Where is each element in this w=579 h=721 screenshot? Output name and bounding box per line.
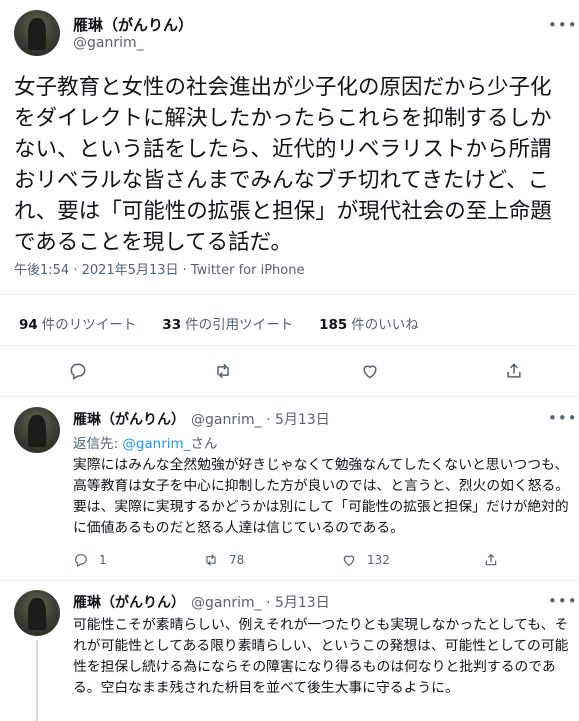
like-stat[interactable]: 185 件のいいね: [319, 313, 419, 333]
author-handle-date[interactable]: @ganrim_ · 5月13日: [191, 595, 330, 611]
reply-count: 1: [99, 553, 107, 567]
mention-link[interactable]: @ganrim_: [122, 436, 190, 452]
share-icon[interactable]: [499, 356, 529, 386]
divider: [0, 294, 579, 295]
reply-text: 可能性こそが素晴らしい、例えそれが一つたりとも実現しなかったとしても、それが可能…: [73, 617, 569, 696]
quote-stat[interactable]: 33 件の引用ツイート: [162, 313, 293, 333]
like-icon: [343, 555, 355, 567]
author-name[interactable]: 雁琳（がんりん）: [73, 14, 193, 35]
tweet-actions: [0, 356, 579, 386]
reply-to: 返信先: @ganrim_さん: [73, 436, 218, 452]
retweet-button[interactable]: 78: [203, 552, 244, 568]
author-name[interactable]: 雁琳（がんりん）: [73, 412, 185, 428]
reply-actions: 1 78 132: [73, 552, 543, 572]
divider: [0, 345, 579, 346]
reply-tweet[interactable]: 雁琳（がんりん） @ganrim_ · 5月13日 ••• 可能性こそが素晴らしい…: [0, 590, 579, 721]
author-handle[interactable]: @ganrim_: [73, 35, 144, 51]
retweet-icon[interactable]: [208, 356, 238, 386]
like-count: 132: [367, 553, 390, 567]
avatar[interactable]: [14, 10, 60, 56]
tweet-stats: 94 件のリツイート 33 件の引用ツイート 185 件のいいね: [19, 313, 419, 333]
reply-tweet[interactable]: 雁琳（がんりん） @ganrim_ · 5月13日 ••• 返信先: @ganri…: [0, 407, 579, 577]
reply-icon: [75, 554, 87, 568]
author-name[interactable]: 雁琳（がんりん）: [73, 595, 185, 611]
reply-button[interactable]: 1: [73, 552, 107, 568]
retweet-count: 78: [229, 553, 245, 567]
like-button[interactable]: 132: [341, 552, 390, 568]
retweet-icon: [206, 554, 216, 566]
tweet-text: 女子教育と女性の社会進出が少子化の原因だから少子化をダイレクトに解決したかったら…: [14, 75, 552, 255]
author-handle-date[interactable]: @ganrim_ · 5月13日: [191, 412, 330, 428]
tweet-timestamp[interactable]: 午後1:54 · 2021年5月13日 · Twitter for iPhone: [14, 259, 304, 278]
divider: [0, 580, 579, 581]
avatar[interactable]: [14, 590, 60, 636]
thread-line: [36, 640, 38, 721]
reply-icon[interactable]: [63, 356, 93, 386]
reply-header: 雁琳（がんりん） @ganrim_ · 5月13日: [73, 409, 330, 429]
divider: [0, 396, 579, 397]
more-options-icon[interactable]: •••: [548, 16, 578, 34]
more-options-icon[interactable]: •••: [548, 409, 578, 427]
reply-text: 実際にはみんな全然勉強が好きじゃなくて勉強なんてしたくないと思いつつも、高等教育…: [73, 457, 570, 536]
share-button[interactable]: [483, 552, 499, 568]
share-icon: [485, 553, 497, 566]
like-icon[interactable]: [355, 356, 385, 386]
avatar[interactable]: [14, 407, 60, 453]
more-options-icon[interactable]: •••: [548, 592, 578, 610]
reply-header: 雁琳（がんりん） @ganrim_ · 5月13日: [73, 592, 330, 612]
retweet-stat[interactable]: 94 件のリツイート: [19, 313, 136, 333]
